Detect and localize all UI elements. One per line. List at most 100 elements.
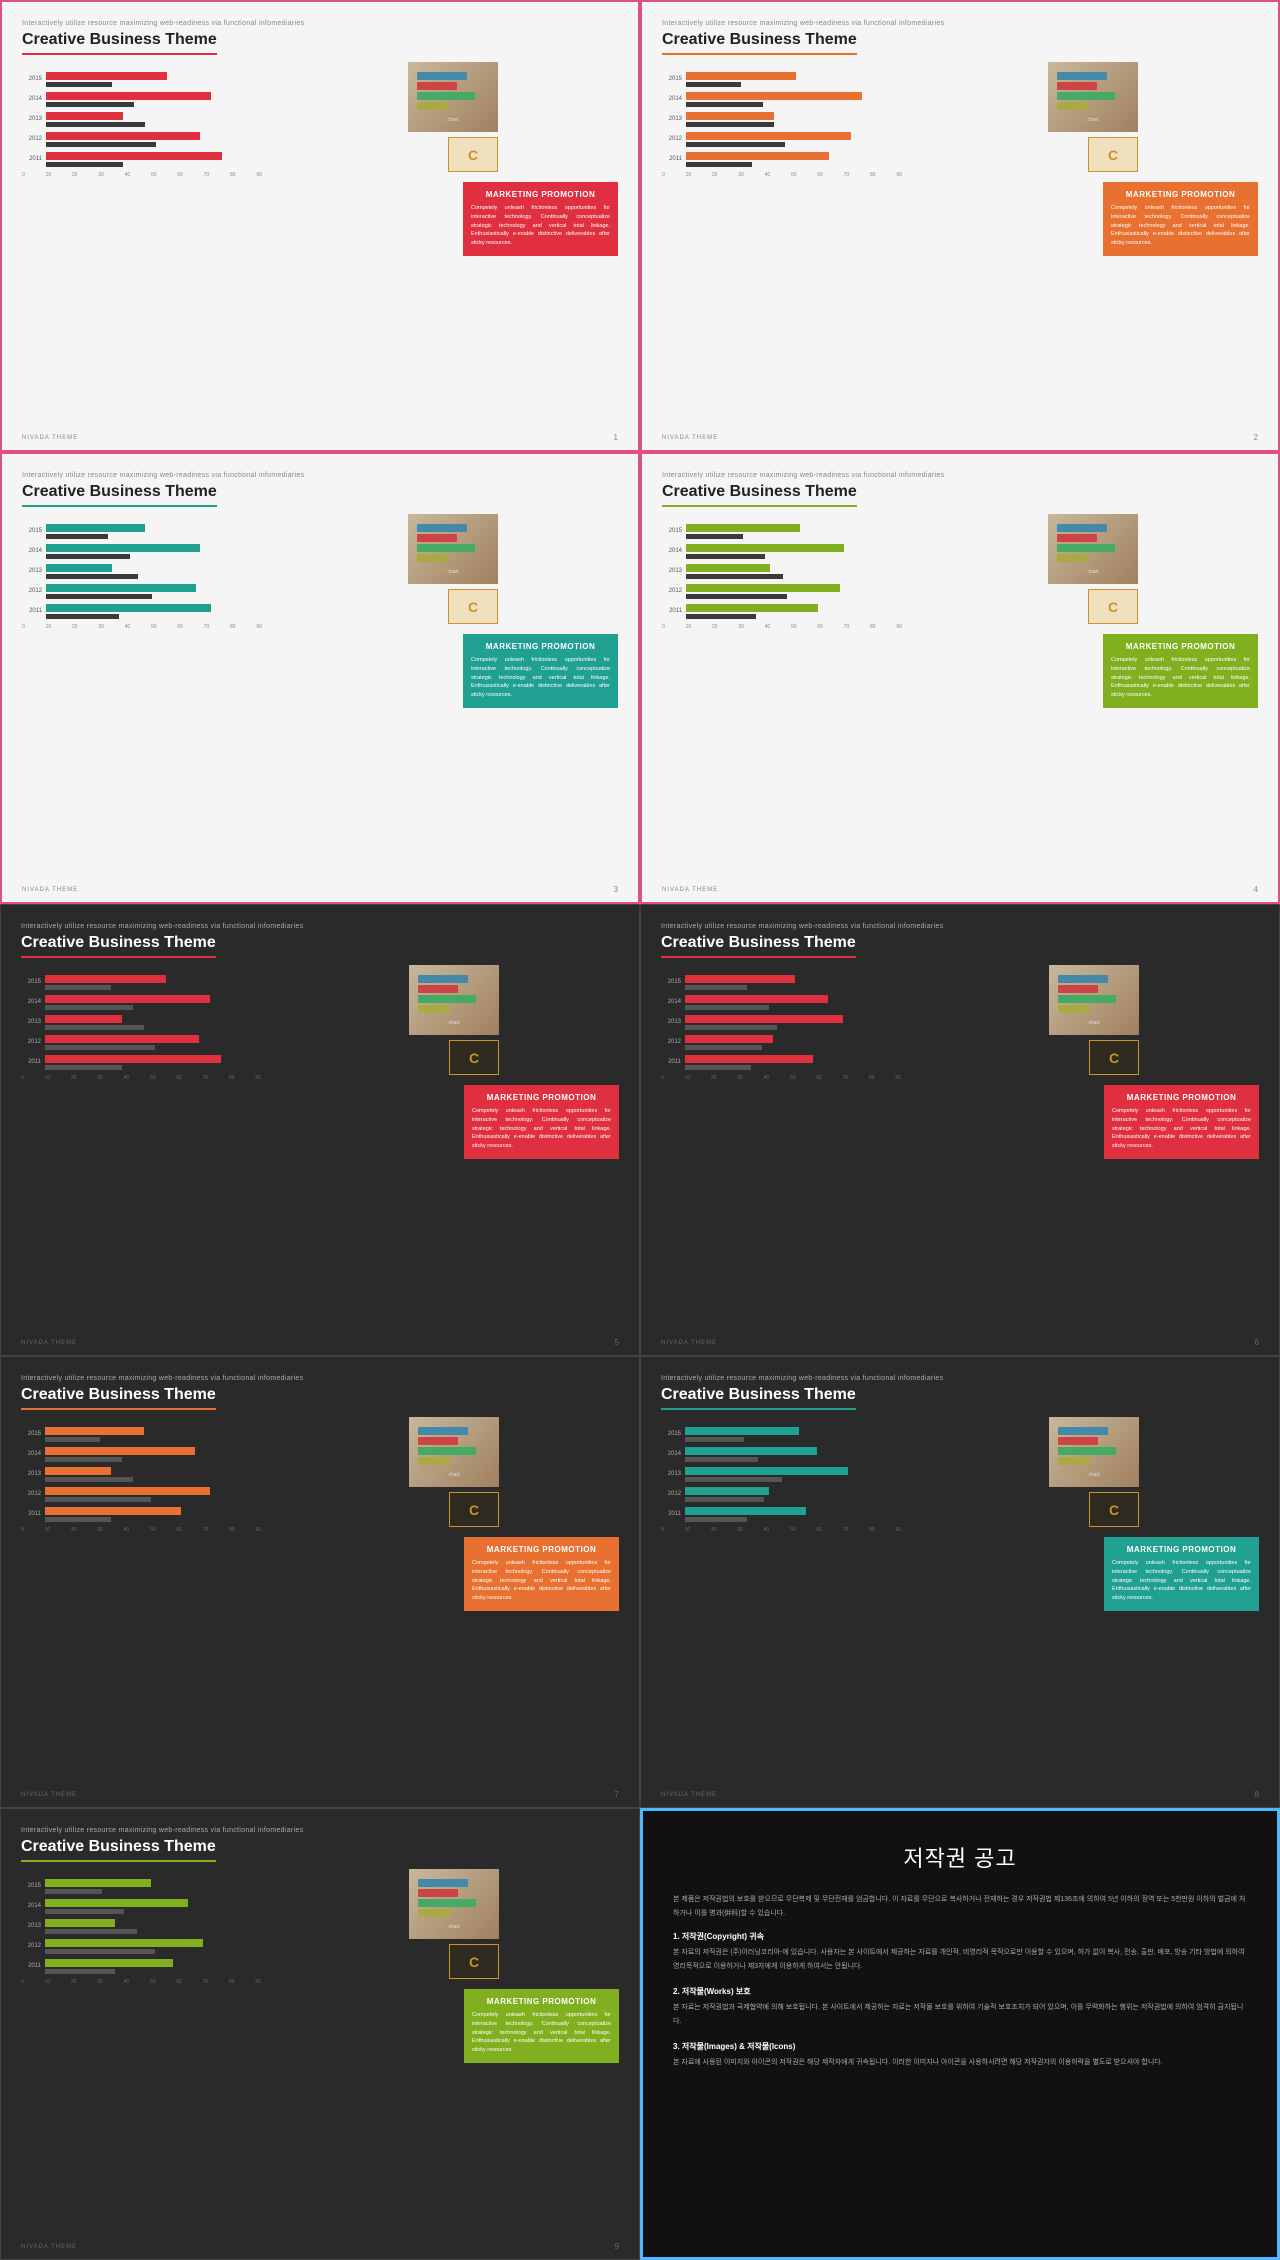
bar-row: 2011 xyxy=(661,1055,901,1069)
footer-page: 2 xyxy=(1254,433,1258,442)
chart-area: 2015 2014 2013 xyxy=(21,1427,261,1533)
bar-row: 2013 xyxy=(662,564,902,578)
bar-dark xyxy=(46,82,112,87)
slide-title: Creative Business Theme xyxy=(661,1386,856,1410)
bar-dark xyxy=(46,122,145,127)
bar-dark xyxy=(46,534,108,539)
bar-container xyxy=(686,584,902,598)
bar-dark xyxy=(685,985,747,990)
info-box: MARKETING PROMOTION Competely unleash fr… xyxy=(1103,634,1258,708)
chart-area: 2015 2014 2013 xyxy=(661,1427,901,1533)
copyright-text: 본 자료는 저작권법과 국제협약에 의해 보호됩니다. 본 사이트에서 제공하는… xyxy=(673,2001,1247,2029)
bar-container xyxy=(685,1035,901,1049)
x-axis-label: 60 xyxy=(176,1075,182,1081)
slide-title: Creative Business Theme xyxy=(21,934,216,958)
x-axis-label: 60 xyxy=(176,1979,182,1985)
x-axis-label: 90 xyxy=(896,172,902,178)
info-box: MARKETING PROMOTION Competely unleash fr… xyxy=(463,182,618,256)
slide-9: Interactively utilize resource maximizin… xyxy=(0,1808,640,2260)
info-box-title: MARKETING PROMOTION xyxy=(1111,642,1250,651)
x-axis: 0102030405060708090 xyxy=(21,1075,261,1081)
x-axis-label: 70 xyxy=(844,624,850,630)
slide-6: Interactively utilize resource maximizin… xyxy=(640,904,1280,1356)
slide-subtitle: Interactively utilize resource maximizin… xyxy=(662,20,1258,27)
copyright-section: 1. 저작권(Copyright) 귀속 본 자료의 저작권은 (주)이러닝코리… xyxy=(673,1931,1247,1974)
slide-title: Creative Business Theme xyxy=(22,483,217,507)
bar-accent xyxy=(686,584,840,592)
x-axis-label: 10 xyxy=(685,1075,691,1081)
slide-footer: NIVADA THEME 6 xyxy=(661,1338,1259,1347)
x-axis-label: 40 xyxy=(764,1527,770,1533)
x-axis-label: 70 xyxy=(203,1979,209,1985)
x-axis-label: 20 xyxy=(712,624,718,630)
slide-inner: Interactively utilize resource maximizin… xyxy=(2,454,638,902)
info-box-text: Competely unleash frictionless opportuni… xyxy=(471,204,610,248)
bar-year-label: 2014 xyxy=(22,548,42,554)
logo-badge: C xyxy=(1089,1040,1139,1075)
bar-accent xyxy=(685,975,795,983)
bar-year-label: 2012 xyxy=(661,1491,681,1497)
bar-dark xyxy=(45,1005,133,1010)
slide-8: Interactively utilize resource maximizin… xyxy=(640,1356,1280,1808)
bar-year-label: 2014 xyxy=(21,1451,41,1457)
bar-container xyxy=(686,524,902,538)
slide-image: chart xyxy=(1048,514,1138,584)
x-axis-label: 40 xyxy=(125,624,131,630)
slide-image: chart xyxy=(1049,1417,1139,1487)
x-axis-label: 40 xyxy=(765,624,771,630)
slide-title: Creative Business Theme xyxy=(22,31,217,55)
bar-accent xyxy=(685,995,828,1003)
bar-accent xyxy=(45,1507,181,1515)
bar-accent xyxy=(46,544,200,552)
bar-container xyxy=(46,132,262,146)
x-axis-label: 10 xyxy=(46,172,52,178)
bar-row: 2014 xyxy=(661,995,901,1009)
x-axis: 0102030405060708090 xyxy=(662,172,902,178)
bar-row: 2012 xyxy=(662,584,902,598)
slide-title: Creative Business Theme xyxy=(21,1386,216,1410)
slide-5: Interactively utilize resource maximizin… xyxy=(0,904,640,1356)
bar-dark xyxy=(46,594,152,599)
bar-accent xyxy=(46,564,112,572)
x-axis-label: 0 xyxy=(662,172,665,178)
x-axis-label: 20 xyxy=(71,1527,77,1533)
bar-row: 2011 xyxy=(21,1959,261,1973)
slide-inner: Interactively utilize resource maximizin… xyxy=(2,2,638,450)
bar-container xyxy=(45,1879,261,1893)
bar-year-label: 2011 xyxy=(21,1963,41,1969)
bar-year-label: 2014 xyxy=(662,96,682,102)
x-axis-label: 50 xyxy=(791,624,797,630)
bar-dark xyxy=(685,1457,758,1462)
x-axis-label: 90 xyxy=(895,1527,901,1533)
bar-container xyxy=(46,92,262,106)
x-axis-label: 60 xyxy=(176,1527,182,1533)
slide-footer: NIVADA THEME 2 xyxy=(662,433,1258,442)
bar-accent xyxy=(46,152,222,160)
bar-container xyxy=(45,1487,261,1501)
bar-accent xyxy=(685,1035,773,1043)
bar-row: 2013 xyxy=(21,1919,261,1933)
bar-accent xyxy=(685,1427,799,1435)
slide-inner: Interactively utilize resource maximizin… xyxy=(1,905,639,1355)
x-axis-label: 40 xyxy=(764,1075,770,1081)
bar-row: 2011 xyxy=(22,604,262,618)
bar-row: 2012 xyxy=(662,132,902,146)
bar-container xyxy=(686,92,902,106)
x-axis-label: 10 xyxy=(685,1527,691,1533)
bar-dark xyxy=(685,1497,764,1502)
bar-dark xyxy=(685,1065,751,1070)
info-box-title: MARKETING PROMOTION xyxy=(471,190,610,199)
bar-accent xyxy=(686,92,862,100)
bar-year-label: 2012 xyxy=(21,1491,41,1497)
x-axis: 0102030405060708090 xyxy=(661,1075,901,1081)
slide-title: Creative Business Theme xyxy=(21,1838,216,1862)
footer-brand: NIVADA THEME xyxy=(661,1340,717,1346)
x-axis-label: 90 xyxy=(896,624,902,630)
slide-inner: Interactively utilize resource maximizin… xyxy=(642,2,1278,450)
bar-year-label: 2012 xyxy=(661,1039,681,1045)
bar-year-label: 2013 xyxy=(21,1471,41,1477)
x-axis-label: 30 xyxy=(738,172,744,178)
bar-year-label: 2013 xyxy=(21,1019,41,1025)
copyright-section-title: 3. 저작물(Images) & 저작물(Icons) xyxy=(673,2041,1247,2052)
x-axis-label: 30 xyxy=(97,1075,103,1081)
